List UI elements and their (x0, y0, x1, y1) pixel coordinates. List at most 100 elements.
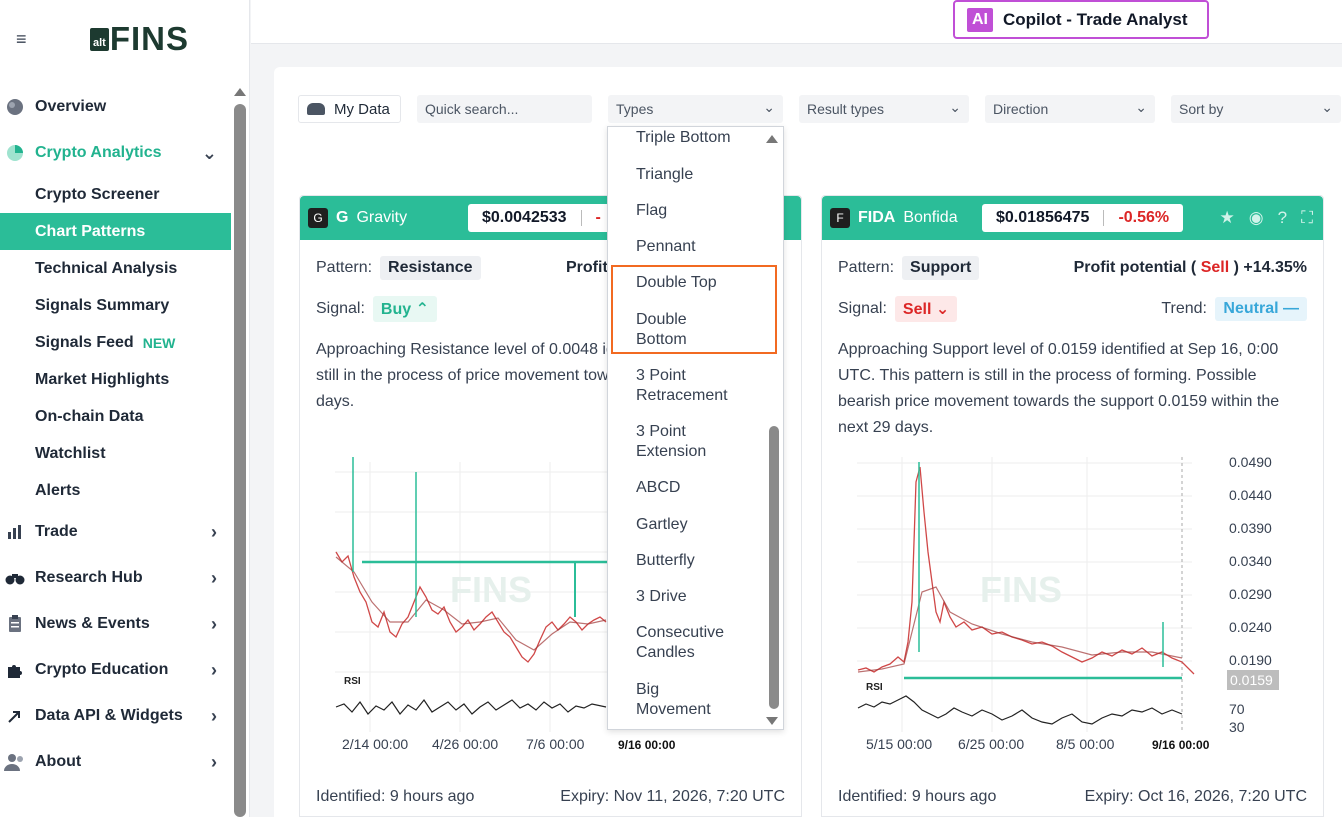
type-option-triangle[interactable]: Triangle (636, 165, 693, 185)
double-up-icon: ⌃ (415, 301, 430, 318)
sidebar-item-label: Crypto Analytics (35, 144, 162, 161)
type-option-triple-bottom[interactable]: Triple Bottom (636, 128, 731, 148)
chevron-right-icon[interactable]: › (211, 660, 217, 681)
scroll-up-icon[interactable] (766, 135, 778, 143)
sidebar-item-label: Overview (35, 98, 107, 115)
price-change: -0.56% (1118, 209, 1170, 226)
price-chart-bonfida[interactable]: FINS 0.0490 0.0440 0.0390 0.0340 0.0290 … (832, 452, 1312, 762)
pattern-tag: Support (902, 256, 980, 280)
result-types-select[interactable]: Result types ⌄ (799, 95, 969, 123)
signal-tag: Sell ⌄ (894, 296, 958, 322)
y-tick: 0.0290 (1229, 586, 1272, 602)
my-data-button[interactable]: My Data (298, 95, 401, 123)
x-tick: 9/16 00:00 (1152, 738, 1210, 752)
highlight-box-double-patterns (611, 265, 777, 354)
chart-patterns-panel: My Data Quick search... Types ⌄ Result t… (274, 67, 1342, 817)
rsi-tick: 30 (1229, 719, 1245, 735)
trend-tag: Neutral — (1215, 297, 1307, 321)
chevron-right-icon[interactable]: › (211, 614, 217, 635)
sidebar-item-label: Research Hub (35, 569, 143, 586)
signal-value: Buy (380, 301, 412, 318)
sidebar-header: ≡ alt FINS (0, 0, 249, 78)
type-option-flag[interactable]: Flag (636, 201, 667, 221)
copilot-button[interactable]: AI Copilot - Trade Analyst (953, 0, 1209, 39)
help-icon[interactable]: ? (1278, 208, 1287, 228)
rsi-tick: 70 (1229, 701, 1245, 717)
expiry-time: Expiry: Oct 16, 2026, 7:20 UTC (1084, 788, 1307, 805)
sidebar-subitem-chart-patterns[interactable]: Chart Patterns (0, 213, 231, 250)
sidebar-item-crypto-analytics[interactable]: Crypto Analytics ⌄ (0, 130, 231, 176)
y-tick: 0.0440 (1229, 487, 1272, 503)
pattern-description: Approaching Support level of 0.0159 iden… (838, 341, 1280, 436)
chevron-right-icon[interactable]: › (211, 522, 217, 543)
type-option-gartley[interactable]: Gartley (636, 515, 688, 535)
sidebar-item-crypto-education[interactable]: Crypto Education › (0, 647, 231, 693)
y-tick: 0.0390 (1229, 520, 1272, 536)
result-types-label: Result types (807, 101, 885, 117)
type-option-3-point-retracement[interactable]: 3 Point Retracement (636, 366, 728, 406)
sidebar-subitem-technical-analysis[interactable]: Technical Analysis (0, 250, 231, 287)
direction-select[interactable]: Direction ⌄ (985, 95, 1155, 123)
dropdown-scroll-thumb[interactable] (769, 426, 779, 709)
sidebar-item-news-events[interactable]: News & Events › (0, 601, 231, 647)
sidebar-subitem-watchlist[interactable]: Watchlist (0, 435, 231, 472)
type-option-3-drive[interactable]: 3 Drive (636, 587, 687, 607)
type-option-abcd[interactable]: ABCD (636, 478, 680, 498)
scroll-down-icon[interactable] (766, 717, 778, 725)
scroll-up-icon[interactable] (234, 88, 246, 96)
type-option-big-movement[interactable]: Big Movement (636, 680, 711, 720)
sidebar: ≡ alt FINS Overview Crypto Analytics ⌄ C… (0, 0, 250, 817)
double-down-icon: ⌄ (935, 301, 950, 318)
sidebar-subitem-signals-summary[interactable]: Signals Summary (0, 287, 231, 324)
type-option-butterfly[interactable]: Butterfly (636, 551, 695, 571)
chevron-down-icon: ⌄ (949, 99, 961, 115)
pattern-tag: Resistance (380, 256, 481, 280)
users-icon (4, 751, 26, 773)
menu-collapse-icon[interactable]: ≡ (16, 30, 38, 48)
scroll-thumb[interactable] (234, 104, 246, 817)
coin-price: $0.0042533 (482, 209, 567, 226)
sidebar-subitem-on-chain-data[interactable]: On-chain Data (0, 398, 231, 435)
sidebar-item-data-api[interactable]: Data API & Widgets › (0, 693, 231, 739)
quick-search-input[interactable]: Quick search... (417, 95, 592, 123)
sidebar-item-about[interactable]: About › (0, 739, 231, 785)
profit-label: Profit potential ( (1073, 259, 1197, 276)
signal-row: Signal: Sell ⌄ Trend: Neutral — (838, 296, 1307, 322)
sidebar-scrollbar[interactable] (234, 86, 246, 817)
y-tick: 0.0340 (1229, 553, 1272, 569)
signal-label: Signal: (316, 300, 365, 317)
sidebar-subitem-alerts[interactable]: Alerts (0, 472, 231, 509)
pattern-card-bonfida[interactable]: F FIDA Bonfida $0.01856475 -0.56% ★ ◉ ? … (821, 195, 1324, 817)
types-select[interactable]: Types ⌄ (608, 95, 783, 123)
current-level-value: 0.0159 (1230, 672, 1273, 688)
sort-by-select[interactable]: Sort by ⌄ (1171, 95, 1341, 123)
sidebar-item-trade[interactable]: Trade › (0, 509, 231, 555)
pattern-label: Pattern: (316, 259, 373, 276)
chart-watermark: FINS (980, 569, 1062, 610)
star-icon[interactable]: ★ (1220, 208, 1235, 228)
sidebar-item-overview[interactable]: Overview (0, 84, 231, 130)
chevron-down-icon: ⌄ (1321, 99, 1333, 115)
eye-icon[interactable]: ◉ (1249, 208, 1264, 228)
fullscreen-icon[interactable]: ⛶ (1301, 208, 1313, 228)
types-dropdown-list[interactable]: Triple Bottom Triangle Flag Pennant Doub… (607, 126, 784, 730)
sidebar-subitem-crypto-screener[interactable]: Crypto Screener (0, 176, 231, 213)
identified-time: Identified: 9 hours ago (838, 788, 997, 805)
chevron-right-icon[interactable]: › (211, 752, 217, 773)
chevron-right-icon[interactable]: › (211, 568, 217, 589)
price-box: $0.0042533 - (468, 204, 615, 232)
y-tick: 0.0240 (1229, 619, 1272, 635)
type-option-3-point-extension[interactable]: 3 Point Extension (636, 422, 706, 462)
sidebar-item-research-hub[interactable]: Research Hub › (0, 555, 231, 601)
trend-value: Neutral (1223, 300, 1279, 317)
type-option-pennant[interactable]: Pennant (636, 237, 696, 257)
chevron-down-icon[interactable]: ⌄ (202, 143, 217, 164)
altfins-logo[interactable]: alt FINS (90, 20, 189, 58)
trend-label: Trend: (1161, 300, 1207, 317)
chevron-right-icon[interactable]: › (211, 706, 217, 727)
coin-name: Gravity (356, 209, 408, 226)
clipboard-icon (4, 613, 26, 635)
sidebar-subitem-signals-feed[interactable]: Signals Feed NEW (0, 324, 231, 361)
type-option-consecutive-candles[interactable]: Consecutive Candles (636, 623, 724, 663)
sidebar-subitem-market-highlights[interactable]: Market Highlights (0, 361, 231, 398)
